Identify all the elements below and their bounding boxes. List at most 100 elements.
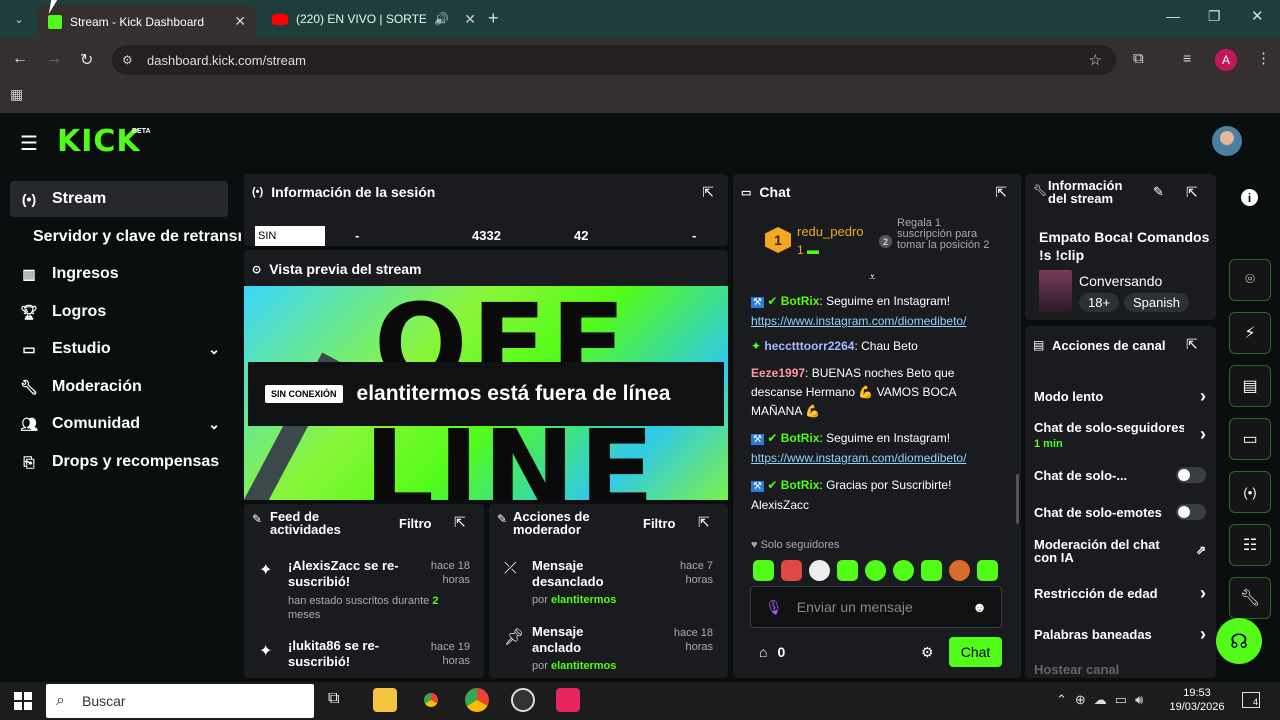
task-view-icon[interactable]: ⧉ [328, 690, 339, 708]
browser-menu-icon[interactable]: ⋮ [1256, 49, 1271, 67]
toggle-switch[interactable] [1176, 504, 1206, 520]
emote-icon[interactable] [977, 560, 998, 581]
back-button[interactable]: ← [12, 50, 28, 68]
tab-youtube[interactable]: (220) EN VIVO | SORTEO DE 🔊 ✕ [262, 4, 486, 34]
tag[interactable]: Spanish [1124, 293, 1189, 312]
url-bar[interactable]: ⚙ dashboard.kick.com/stream ☆ [112, 45, 1116, 75]
chat-scrollbar[interactable] [1016, 474, 1019, 524]
sidebar-subitem-server-key[interactable]: Servidor y clave de retransm [33, 228, 241, 246]
action-emotes-only[interactable]: Chat de solo-emotes [1034, 504, 1206, 520]
apps-grid-icon[interactable]: ▦ [10, 86, 23, 103]
close-tab-icon[interactable]: ✕ [464, 11, 476, 28]
category-thumbnail[interactable] [1039, 270, 1072, 312]
extensions-icon[interactable]: ⧉ [1133, 50, 1144, 67]
edit-icon[interactable]: ✎ [1153, 184, 1164, 200]
expand-icon[interactable]: ⇱ [995, 184, 1007, 201]
sidebar-item-drops[interactable]: ⎘ Drops y recompensas [10, 444, 228, 480]
filter-button[interactable]: Filtro [643, 516, 676, 531]
sidebar-item-estudio[interactable]: ▭ Estudio ⌄ [10, 331, 228, 367]
action-slow-mode[interactable]: Modo lento › [1034, 386, 1206, 407]
sidebar-item-ingresos[interactable]: ▥ Ingresos [10, 256, 228, 292]
chrome-profile-icon[interactable] [465, 688, 489, 712]
action-age-restriction[interactable]: Restricción de edad › [1034, 583, 1206, 604]
chat-input[interactable]: 🎙︎ Enviar un mensaje ☻ [750, 586, 1002, 628]
chat-username[interactable]: Eeze1997 [751, 366, 805, 380]
chat-username[interactable]: BotRix [781, 431, 820, 445]
toggle-switch[interactable] [1176, 467, 1206, 483]
tab-kick-dashboard[interactable]: Stream - Kick Dashboard ✕ [38, 5, 256, 38]
chat-link[interactable]: https://www.instagram.com/diomedibeto/ [751, 314, 966, 328]
action-host-channel[interactable]: Hostear canal [1034, 662, 1119, 677]
camera-icon[interactable]: ⌾ [1229, 259, 1271, 301]
emote-icon[interactable] [893, 560, 914, 581]
chrome-icon[interactable] [419, 688, 443, 712]
moderator-name[interactable]: elantitermos [551, 660, 616, 672]
chat-username[interactable]: BotRix [781, 478, 820, 492]
media-control-icon[interactable]: ≡ [1183, 50, 1191, 66]
info-icon[interactable]: i [1241, 189, 1258, 206]
chat-username[interactable]: BotRix [781, 294, 820, 308]
emote-icon[interactable] [753, 560, 774, 581]
chat-icon[interactable]: ▭ [1229, 418, 1271, 460]
expand-icon[interactable]: ⇱ [454, 514, 466, 531]
bookmark-star-icon[interactable]: ☆ [1089, 51, 1102, 69]
notification-center-icon[interactable]: 4 [1242, 692, 1260, 708]
chat-send-button[interactable]: Chat [949, 637, 1002, 667]
action-followers-only[interactable]: Chat de solo-seguidores 1 min › [1034, 420, 1206, 450]
speaker-icon[interactable]: 🔊 [434, 12, 449, 26]
clock[interactable]: 19:53 19/03/2026 [1167, 686, 1227, 714]
kick-logo[interactable]: KICK [57, 124, 141, 159]
flash-icon[interactable]: ⚡︎ [1229, 312, 1271, 354]
minimize-button[interactable]: — [1166, 8, 1180, 24]
filter-button[interactable]: Filtro [399, 516, 432, 531]
sidebar-item-comunidad[interactable]: 👥︎ Comunidad ⌄ [10, 406, 228, 442]
maximize-button[interactable]: ❐ [1208, 8, 1221, 25]
action-banned-words[interactable]: Palabras baneadas › [1034, 624, 1206, 645]
points-display[interactable]: ⌂ 0 [759, 644, 785, 660]
close-window-button[interactable]: ✕ [1251, 7, 1264, 25]
tab-search-button[interactable]: ⌄ [8, 8, 30, 30]
sidebar-item-stream[interactable]: (•) Stream [10, 181, 228, 217]
wrench-icon[interactable]: 🔧︎ [1229, 577, 1271, 619]
emote-icon[interactable] [865, 560, 886, 581]
new-tab-button[interactable]: + [488, 8, 499, 29]
hamburger-menu-icon[interactable]: ☰ [20, 131, 38, 156]
tag[interactable]: 18+ [1079, 293, 1120, 312]
expand-icon[interactable]: ⇱ [1186, 184, 1198, 201]
support-headset-icon[interactable]: ☊ [1216, 618, 1262, 664]
chat-link[interactable]: https://www.instagram.com/diomedibeto/ [751, 451, 966, 465]
taskbar-search-box[interactable]: ⌕ Buscar [46, 684, 314, 718]
sidebar-item-moderacion[interactable]: 🔧︎ Moderación [10, 369, 228, 405]
tiktok-icon[interactable] [556, 688, 580, 712]
emote-icon[interactable] [949, 560, 970, 581]
moderator-name[interactable]: elantitermos [551, 594, 616, 606]
windows-start-icon[interactable] [14, 692, 32, 710]
user-avatar[interactable] [1212, 126, 1242, 156]
reload-button[interactable]: ↻ [80, 50, 93, 70]
emote-icon[interactable] [809, 560, 830, 581]
system-tray[interactable]: ⌃⊕☁▭🔊︎ [1056, 692, 1151, 708]
category-name[interactable]: Conversando [1079, 273, 1162, 289]
chat-username[interactable]: hecctttoorr2264 [764, 339, 854, 353]
expand-icon[interactable]: ⇱ [1186, 336, 1198, 353]
emote-icon[interactable] [921, 560, 942, 581]
file-explorer-icon[interactable] [373, 688, 397, 712]
forward-button[interactable]: → [46, 50, 62, 68]
profile-avatar[interactable]: A [1215, 49, 1237, 71]
emote-icon[interactable] [837, 560, 858, 581]
microphone-icon[interactable]: 🎙︎ [765, 599, 783, 616]
collapse-icon[interactable]: ⩡ [869, 270, 876, 285]
close-tab-icon[interactable]: ✕ [234, 13, 246, 30]
site-info-icon[interactable]: ⚙ [122, 53, 133, 67]
notes-icon[interactable]: ▤ [1229, 365, 1271, 407]
expand-icon[interactable]: ⇱ [698, 514, 710, 531]
action-subs-only[interactable]: Chat de solo-... [1034, 467, 1206, 483]
gifter-name[interactable]: redu_pedro [797, 224, 864, 239]
action-ai-moderation[interactable]: Moderación del chat con IA ⇗ [1034, 538, 1206, 564]
settings-gear-icon[interactable]: ⚙ [921, 644, 934, 661]
broadcast-icon[interactable]: (•) [1229, 471, 1271, 513]
obs-icon[interactable] [511, 688, 535, 712]
emoji-icon[interactable]: ☻ [972, 599, 987, 615]
sidebar-item-logros[interactable]: 🏆︎ Logros [10, 294, 228, 330]
expand-icon[interactable]: ⇱ [702, 184, 714, 201]
